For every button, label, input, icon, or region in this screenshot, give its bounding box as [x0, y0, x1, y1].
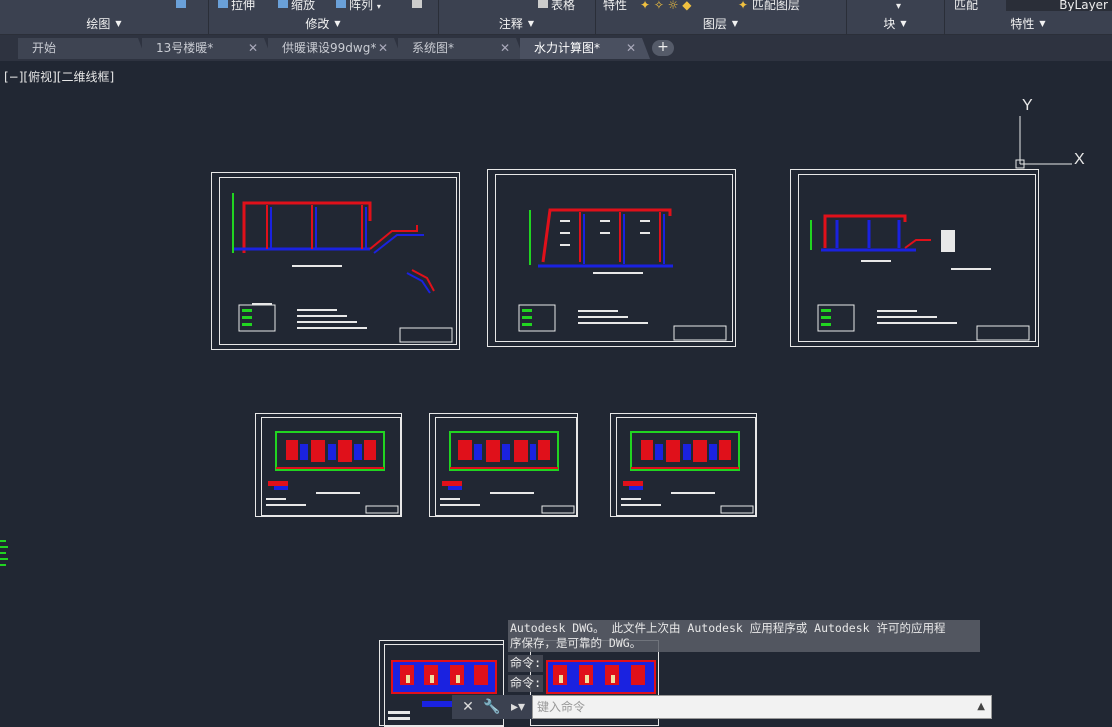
panel-draw-label: 绘图	[86, 16, 111, 31]
system-diagram-graphic	[232, 193, 453, 343]
ucs-y-label: Y	[1022, 97, 1033, 114]
drawing-sheet-system-3[interactable]	[790, 169, 1039, 347]
array-button[interactable]: 阵列 ▾	[336, 0, 381, 12]
block-dropdown[interactable]: ▾	[896, 0, 901, 12]
command-prompt-line: 命令:	[508, 675, 544, 692]
drawing-sheet-system-1[interactable]	[211, 172, 460, 350]
tab-heating-design[interactable]: 供暖课设99dwg* ✕	[268, 38, 402, 59]
close-icon[interactable]: ✕	[500, 38, 510, 59]
floorplan-graphic	[266, 431, 399, 514]
layer-properties-button[interactable]: 特性	[603, 0, 627, 12]
chevron-up-icon[interactable]: ▲	[977, 696, 985, 718]
stretch-label: 拉伸	[231, 0, 256, 12]
command-history-line: Autodesk DWG。 此文件上次由 Autodesk 应用程序或 Auto…	[510, 621, 946, 635]
panel-properties[interactable]: 特性 ▼	[944, 13, 1112, 33]
chevron-down-icon: ▼	[334, 18, 341, 28]
panel-layers-label: 图层	[702, 16, 727, 31]
offscreen-geometry-fragment	[0, 538, 8, 568]
recent-commands-icon[interactable]: ▸▾	[504, 695, 532, 719]
tab-13-heating[interactable]: 13号楼暖* ✕	[142, 38, 272, 59]
ribbon-edit-icon[interactable]	[412, 0, 425, 12]
drawing-sheet-floorplan-1[interactable]	[255, 413, 402, 517]
stretch-button[interactable]: 拉伸	[218, 0, 255, 12]
chevron-down-icon: ▼	[1039, 18, 1046, 28]
panel-draw[interactable]: 绘图 ▼	[0, 13, 208, 33]
bylayer-value: ByLayer	[1059, 0, 1108, 11]
panel-modify-label: 修改	[305, 16, 330, 31]
tab-system-drawing[interactable]: 系统图* ✕	[398, 38, 524, 59]
match-properties-label: 匹配	[954, 0, 979, 12]
command-history-line: 序保存，是可靠的 DWG。	[510, 636, 642, 650]
chevron-down-icon: ▼	[731, 18, 739, 28]
chevron-down-icon: ▼	[527, 18, 535, 28]
drawing-sheet-system-2[interactable]	[487, 169, 736, 347]
command-prompt-line: 命令:	[508, 655, 544, 672]
bylayer-select[interactable]: ByLayer	[1006, 0, 1112, 11]
table-button[interactable]: 表格	[538, 0, 575, 12]
panel-modify[interactable]: 修改 ▼	[208, 13, 438, 33]
ucs-x-label: X	[1074, 151, 1085, 168]
system-diagram-graphic	[810, 214, 1030, 341]
panel-block-label: 块	[883, 16, 896, 31]
tab-label: 水力计算图*	[534, 41, 601, 55]
ribbon: 拉伸 缩放 阵列 ▾ 表格 特性 ✦ ✧ ☼ ◆ ✦ 匹配图层 ▾ 匹配 ByL…	[0, 0, 1112, 35]
tab-label: 13号楼暖*	[156, 41, 214, 55]
panel-layers[interactable]: 图层 ▼	[595, 13, 846, 33]
close-icon[interactable]: ✕	[248, 38, 258, 59]
panel-block[interactable]: 块 ▼	[846, 13, 944, 33]
chevron-down-icon: ▼	[115, 18, 122, 28]
array-label: 阵列	[349, 0, 374, 12]
tab-hydraulic-calc[interactable]: 水力计算图* ✕	[520, 38, 650, 59]
panel-properties-label: 特性	[1010, 16, 1035, 31]
tab-start[interactable]: 开始	[18, 38, 146, 59]
ribbon-tool-icon[interactable]	[176, 0, 189, 12]
tab-label: 开始	[32, 41, 57, 55]
tab-label: 供暖课设99dwg*	[282, 41, 377, 55]
drawing-sheet-floorplan-2[interactable]	[429, 413, 578, 517]
plus-icon: +	[657, 39, 669, 55]
panel-annotation[interactable]: 注释 ▼	[438, 13, 595, 33]
chevron-down-icon: ▼	[900, 18, 907, 28]
match-layer-button[interactable]: ✦ 匹配图层	[738, 0, 800, 12]
command-input-placeholder: 键入命令	[537, 700, 586, 714]
command-bar: ⠿ ✕ 🔧 ▸▾ 键入命令▲	[452, 695, 992, 719]
layer-tools-icons[interactable]: ✦ ✧ ☼ ◆	[640, 0, 692, 12]
command-history: Autodesk DWG。 此文件上次由 Autodesk 应用程序或 Auto…	[508, 620, 980, 652]
panel-annotation-label: 注释	[498, 16, 523, 31]
close-icon[interactable]: ✕	[378, 38, 388, 59]
new-tab-button[interactable]: +	[652, 40, 674, 56]
tab-label: 系统图*	[412, 41, 455, 55]
floorplan-graphic	[621, 431, 754, 514]
customize-wrench-icon[interactable]: 🔧	[480, 695, 504, 719]
command-input[interactable]: 键入命令 ▲	[532, 695, 992, 719]
table-label: 表格	[551, 0, 576, 12]
close-icon[interactable]: ✕	[456, 695, 480, 719]
drawing-sheet-floorplan-3[interactable]	[610, 413, 757, 517]
scale-button[interactable]: 缩放	[278, 0, 315, 12]
close-icon[interactable]: ✕	[626, 38, 636, 59]
match-properties-button[interactable]: 匹配	[954, 0, 978, 12]
floorplan-graphic	[440, 431, 575, 514]
match-layer-label: 匹配图层	[751, 0, 800, 12]
layer-properties-label: 特性	[603, 0, 628, 12]
scale-label: 缩放	[291, 0, 316, 12]
viewport-controls-label[interactable]: [−][俯视][二维线框]	[4, 68, 114, 85]
system-diagram-graphic	[518, 208, 727, 341]
